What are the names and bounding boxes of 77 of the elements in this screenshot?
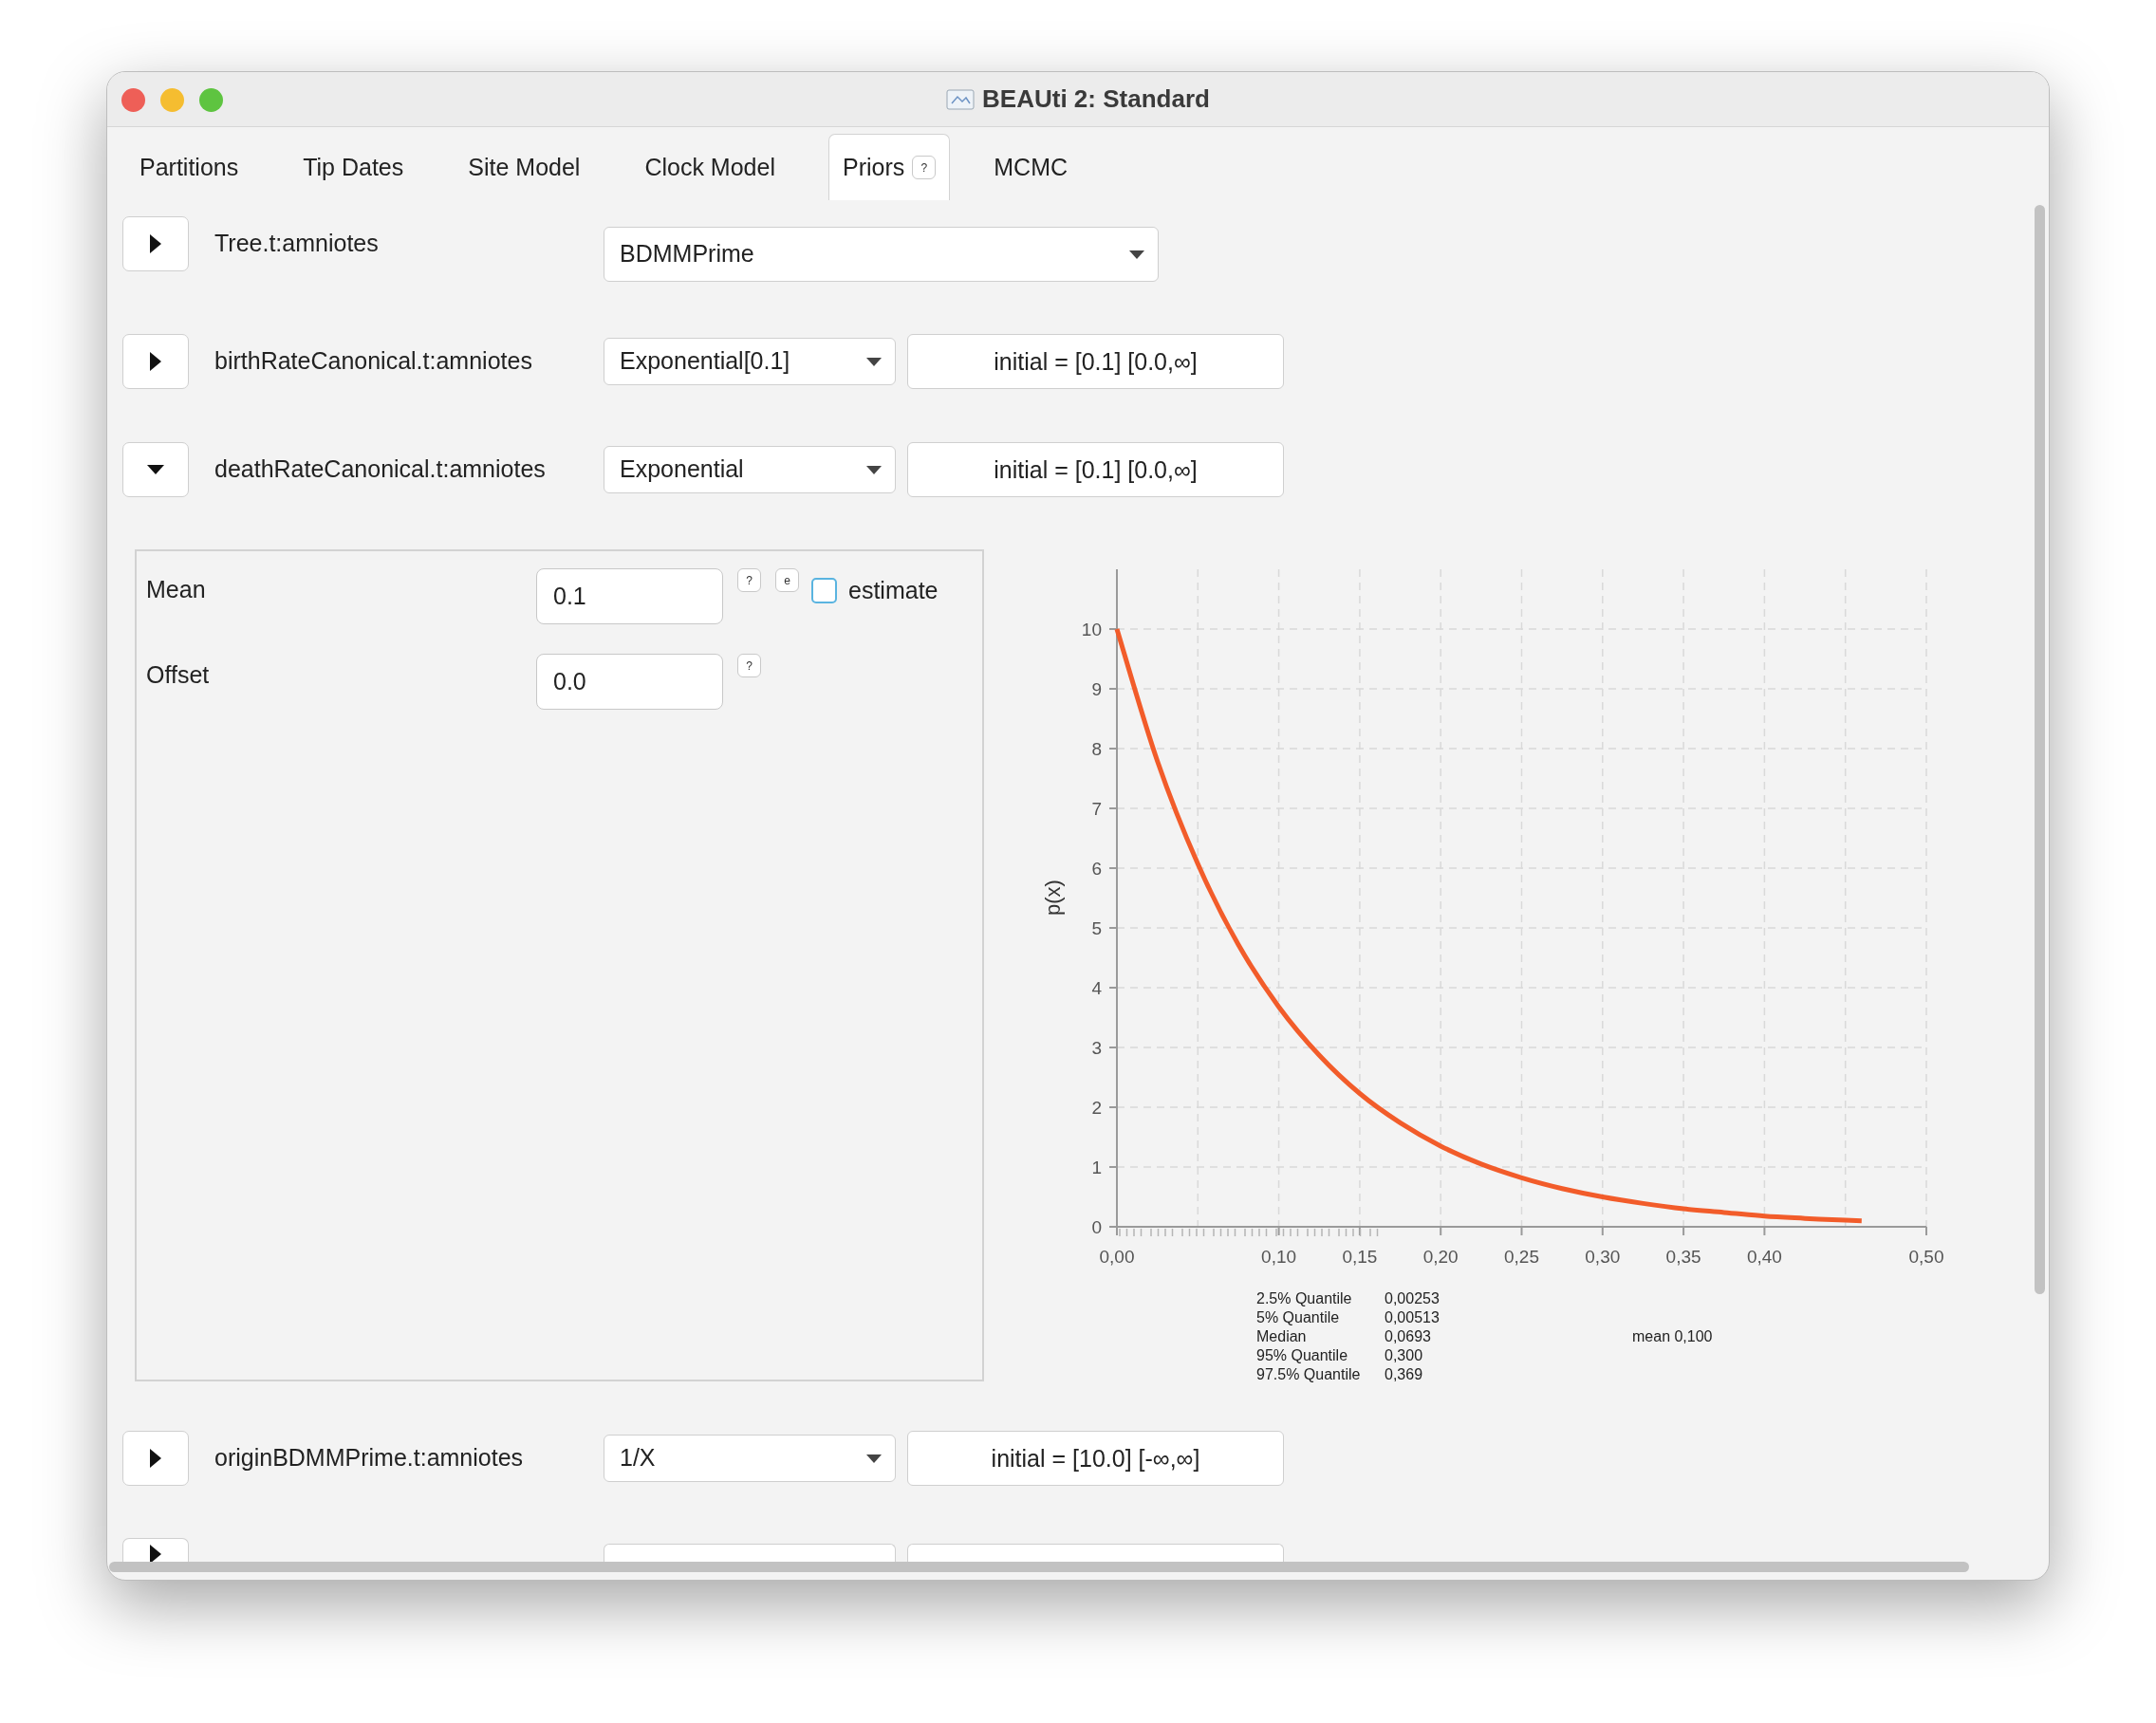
parameter-input[interactable]: 0.0 xyxy=(536,654,723,710)
axis-tick-label: 2 xyxy=(1091,1098,1102,1118)
axis-tick-label: 0,10 xyxy=(1261,1247,1297,1267)
distribution-dropdown[interactable] xyxy=(604,1544,896,1565)
quantile-value: 0,300 xyxy=(1385,1346,1424,1365)
initial-value-field[interactable]: initial = [0.1] [0.0,∞] xyxy=(907,442,1284,497)
zoom-button[interactable] xyxy=(199,88,223,112)
help-button[interactable]: ? xyxy=(912,156,937,179)
axis-tick-label: 0,40 xyxy=(1746,1247,1782,1267)
initial-value-field[interactable] xyxy=(907,1544,1284,1565)
axis-tick-label: 4 xyxy=(1091,978,1102,998)
distribution-dropdown[interactable]: Exponential[0.1] xyxy=(604,338,896,385)
quantile-label: 97.5% Quantile xyxy=(1256,1365,1362,1384)
axis-tick-label: 3 xyxy=(1091,1038,1102,1058)
distribution-dropdown[interactable]: 1/X xyxy=(604,1435,896,1482)
prior-label: deathRateCanonical.t:amniotes xyxy=(214,454,547,485)
axis-tick-label: 8 xyxy=(1091,739,1102,759)
checkbox-label: estimate xyxy=(848,576,939,605)
prior-label: Tree.t:amniotes xyxy=(214,229,380,259)
quantile-label: 95% Quantile xyxy=(1256,1346,1349,1365)
estimate-checkbox[interactable] xyxy=(811,578,837,603)
expand-button[interactable] xyxy=(122,216,189,271)
distribution-dropdown[interactable]: Exponential xyxy=(604,446,896,493)
quantile-label: 2.5% Quantile xyxy=(1256,1289,1353,1308)
axis-tick-label: 0,30 xyxy=(1585,1247,1621,1267)
expand-button[interactable] xyxy=(122,1431,189,1486)
parameter-label: Mean xyxy=(146,575,207,604)
quantile-label: Median xyxy=(1256,1327,1308,1346)
help-button[interactable]: ? xyxy=(737,654,761,677)
horizontal-scrollbar[interactable] xyxy=(109,1562,1969,1572)
minimize-button[interactable] xyxy=(160,88,184,112)
axis-tick-label: 0 xyxy=(1091,1217,1102,1237)
initial-value-field[interactable]: initial = [0.1] [0.0,∞] xyxy=(907,334,1284,389)
caret-icon xyxy=(866,357,882,366)
axis-tick-label: 10 xyxy=(1081,620,1102,639)
expand-button[interactable] xyxy=(122,442,189,497)
tab[interactable]: Site Model xyxy=(436,134,613,200)
mean-value: mean 0,100 xyxy=(1632,1327,1713,1346)
quantile-value: 0,00513 xyxy=(1385,1308,1440,1327)
tab[interactable]: MCMC xyxy=(961,134,1101,200)
axis-tick-label: 0,35 xyxy=(1665,1247,1701,1267)
close-button[interactable] xyxy=(121,88,145,112)
window-title: BEAUti 2: Standard xyxy=(982,83,1210,115)
axis-title: p(x) xyxy=(1041,880,1065,916)
axis-tick-label: 0,50 xyxy=(1908,1247,1944,1267)
app-icon xyxy=(946,87,976,111)
parameter-input[interactable]: 0.1 xyxy=(536,568,723,624)
prior-label: birthRateCanonical.t:amniotes xyxy=(214,346,533,377)
tab[interactable]: Tip Dates xyxy=(270,134,437,200)
quantile-value: 0,0693 xyxy=(1385,1327,1432,1346)
tab[interactable]: Partitions xyxy=(107,134,271,200)
parameter-label: Offset xyxy=(146,660,211,690)
caret-icon xyxy=(1129,250,1144,259)
axis-tick-label: 9 xyxy=(1091,679,1102,699)
axis-tick-label: 7 xyxy=(1091,799,1102,819)
quantile-value: 0,00253 xyxy=(1385,1289,1440,1308)
help-button[interactable]: ? xyxy=(737,568,761,592)
axis-tick-label: 0,15 xyxy=(1342,1247,1378,1267)
axis-tick-label: 6 xyxy=(1091,859,1102,879)
tab[interactable]: Clock Model xyxy=(612,134,808,200)
caret-icon xyxy=(866,1454,882,1463)
tab[interactable]: Priors ? xyxy=(827,134,951,200)
distribution-dropdown[interactable]: BDMMPrime xyxy=(604,227,1159,282)
axis-tick-label: 1 xyxy=(1091,1158,1102,1177)
estimate-button[interactable]: e xyxy=(775,568,799,592)
axis-tick-label: 0,20 xyxy=(1422,1247,1459,1267)
axis-tick-label: 5 xyxy=(1091,918,1102,938)
quantile-label: 5% Quantile xyxy=(1256,1308,1341,1327)
axis-tick-label: 0,00 xyxy=(1099,1247,1135,1267)
axis-tick-label: 0,25 xyxy=(1504,1247,1539,1267)
expand-button[interactable] xyxy=(122,334,189,389)
initial-value-field[interactable]: initial = [10.0] [-∞,∞] xyxy=(907,1431,1284,1486)
prior-label: originBDMMPrime.t:amniotes xyxy=(214,1443,525,1473)
caret-icon xyxy=(866,465,882,474)
expand-button[interactable] xyxy=(122,1538,189,1565)
quantile-value: 0,369 xyxy=(1385,1365,1424,1384)
vertical-scrollbar[interactable] xyxy=(2035,205,2045,1294)
